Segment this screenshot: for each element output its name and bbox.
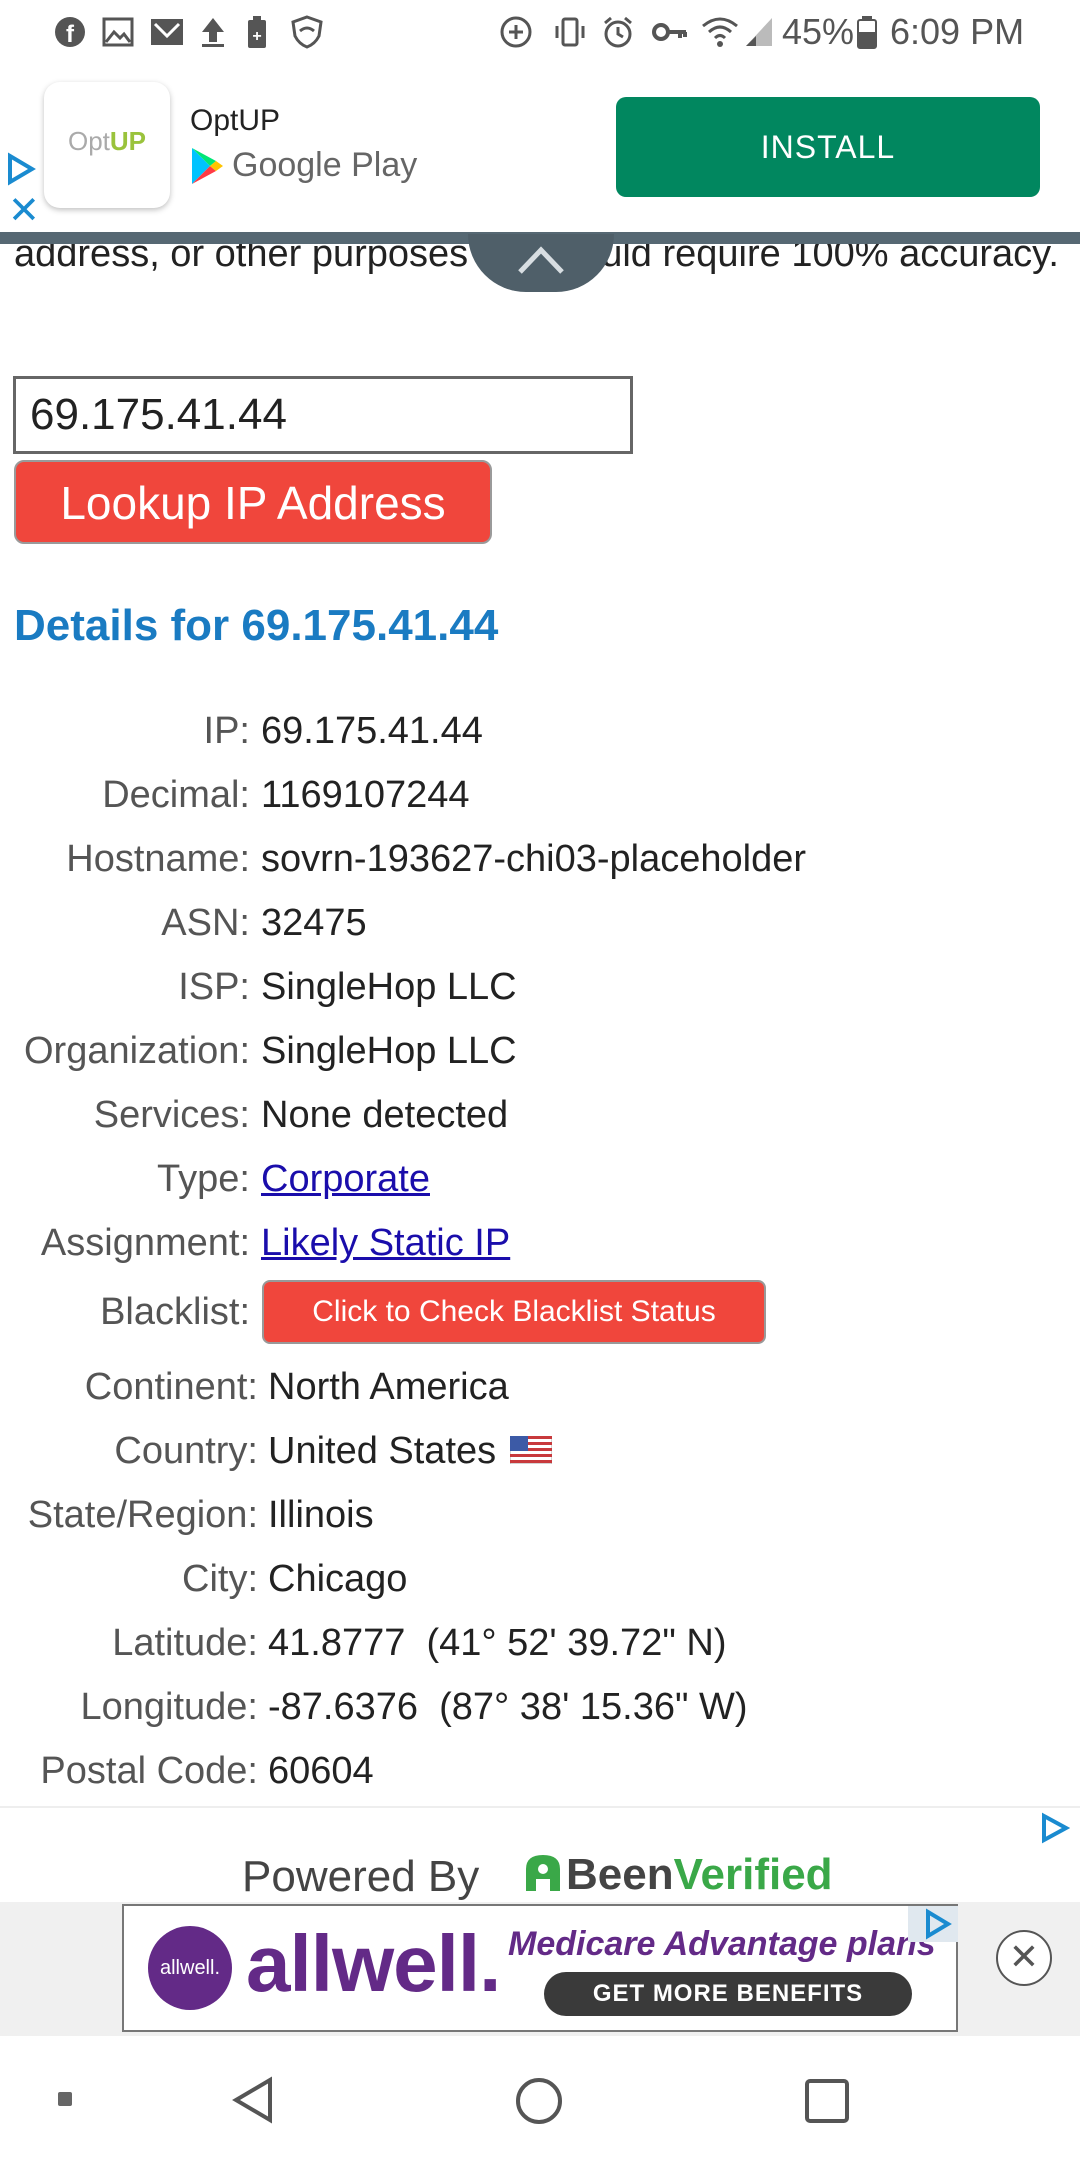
country-label: Country: — [114, 1430, 258, 1472]
shield-icon — [291, 15, 323, 49]
adchoices-icon-2[interactable] — [1040, 1812, 1070, 1844]
state-value: Illinois — [268, 1494, 374, 1536]
adchoices-icon[interactable] — [6, 152, 36, 186]
postal-code-value: 60604 — [268, 1750, 374, 1792]
allwell-brand: allwell. — [246, 1919, 501, 2008]
signal-icon — [746, 18, 772, 46]
gallery-icon — [102, 17, 134, 47]
hostname-value: sovrn-193627-chi03-placeholder — [261, 838, 807, 880]
alarm-icon — [604, 16, 632, 48]
services-value: None detected — [261, 1094, 509, 1136]
beenverified-brand-b: Verified — [673, 1850, 833, 1899]
ip-value: 69.175.41.44 — [261, 710, 483, 752]
ip-label: IP: — [203, 710, 250, 752]
continent-value: North America — [268, 1366, 509, 1408]
beenverified-mark-icon — [526, 1855, 560, 1891]
assignment-link[interactable]: Likely Static IP — [261, 1220, 510, 1266]
city-label: City: — [182, 1558, 258, 1600]
app-icon-text-a: Opt — [67, 126, 110, 156]
allwell-headline: Medicare Advantage plans — [508, 1925, 936, 1963]
blacklist-label: Blacklist: — [100, 1291, 250, 1333]
state-label: State/Region: — [27, 1494, 258, 1536]
add-circle-icon — [500, 16, 532, 48]
organization-value: SingleHop LLC — [261, 1030, 517, 1072]
latitude-label: Latitude: — [112, 1622, 258, 1664]
check-blacklist-button[interactable]: Click to Check Blacklist Status — [262, 1280, 766, 1344]
home-icon[interactable] — [514, 2076, 564, 2126]
svg-text:f: f — [66, 21, 75, 48]
app-name[interactable]: OptUP — [190, 104, 280, 138]
longitude-value: -87.6376 (87° 38' 15.36" W) — [268, 1686, 748, 1728]
ad-close-icon[interactable]: ✕ — [8, 190, 40, 230]
asn-label: ASN: — [161, 902, 250, 944]
beenverified-brand-a: Been — [566, 1850, 674, 1899]
battery-saver-icon: + — [248, 16, 266, 48]
clock: 6:09 PM — [890, 11, 1025, 52]
latitude-value: 41.8777 (41° 52' 39.72" N) — [268, 1622, 727, 1664]
adchoices-icon-3[interactable] — [908, 1906, 958, 1942]
google-play-icon — [192, 148, 223, 184]
vpn-key-icon — [652, 23, 687, 41]
decimal-value: 1169107244 — [261, 774, 470, 816]
app-icon-text-b: UP — [109, 126, 147, 156]
type-link[interactable]: Corporate — [261, 1156, 430, 1202]
recents-icon[interactable] — [804, 2078, 850, 2124]
mail-icon — [151, 19, 183, 45]
decimal-label: Decimal: — [102, 774, 250, 816]
type-label: Type: — [157, 1158, 250, 1200]
install-button[interactable]: INSTALL — [616, 97, 1040, 197]
battery-percent: 45% — [782, 11, 855, 52]
powered-by-text: Powered By — [242, 1852, 480, 1901]
nav-dot-icon[interactable] — [58, 2092, 72, 2106]
isp-value: SingleHop LLC — [261, 966, 517, 1008]
services-label: Services: — [93, 1094, 250, 1136]
svg-text:+: + — [252, 28, 261, 45]
chevron-up-icon — [518, 246, 564, 274]
hostname-label: Hostname: — [66, 838, 250, 880]
lookup-ip-button[interactable]: Lookup IP Address — [14, 460, 492, 544]
ad-close-button[interactable]: ✕ — [996, 1930, 1052, 1986]
continent-label: Continent: — [84, 1366, 258, 1408]
asn-value: 32475 — [261, 902, 367, 944]
us-flag-icon — [510, 1436, 552, 1464]
app-icon[interactable]: OptUP — [44, 82, 170, 208]
ip-address-input[interactable] — [13, 376, 633, 454]
allwell-logo-circle: allwell. — [148, 1926, 232, 2010]
vibrate-icon — [555, 17, 585, 47]
store-name: Google Play — [232, 146, 418, 184]
scroll-up-button[interactable] — [468, 234, 614, 292]
details-title: Details for 69.175.41.44 — [14, 601, 499, 650]
postal-code-label: Postal Code: — [40, 1750, 258, 1792]
back-icon[interactable] — [230, 2076, 276, 2124]
isp-label: ISP: — [178, 966, 250, 1008]
organization-label: Organization: — [23, 1030, 250, 1072]
battery-icon — [857, 16, 877, 49]
status-bar: f + 45% 6:09 PM — [0, 0, 1080, 66]
country-value: United States — [268, 1430, 497, 1472]
navigation-bar — [0, 2036, 1080, 2160]
city-value: Chicago — [268, 1558, 408, 1600]
facebook-icon: f — [55, 17, 85, 48]
longitude-label: Longitude: — [80, 1686, 259, 1728]
assignment-label: Assignment: — [40, 1222, 250, 1264]
upload-icon — [202, 18, 224, 47]
wifi-icon — [702, 17, 738, 47]
get-more-benefits-button[interactable]: GET MORE BENEFITS — [544, 1972, 912, 2016]
beenverified-logo[interactable]: BeenVerified — [520, 1850, 833, 1900]
